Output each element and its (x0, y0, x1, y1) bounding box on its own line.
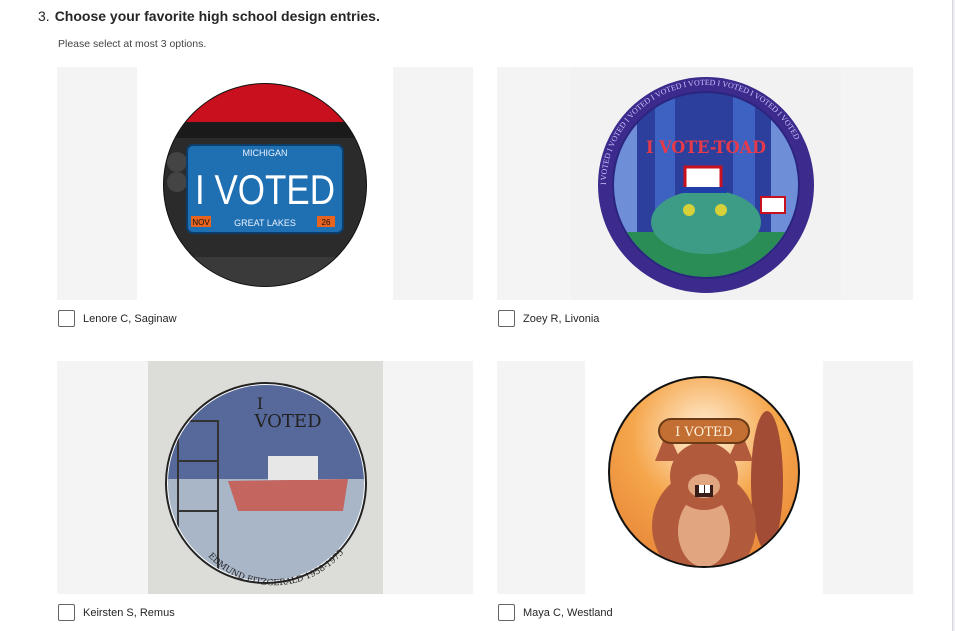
option-tile-2[interactable]: I VOTE-TOAD I VOTED I VOTED I VOTED I VO… (497, 67, 913, 300)
plate-right-tag: 26 (322, 218, 331, 227)
plate-bottom-text: GREAT LAKES (234, 218, 296, 228)
option-tile-1[interactable]: MICHIGAN I VOTED NOV GREAT LAKES 26 (57, 67, 473, 300)
question-number: 3. (38, 8, 50, 24)
option-label-1: Lenore C, Saginaw (83, 312, 177, 325)
option-image-4: I VOTED (585, 361, 823, 594)
option-tile-3[interactable]: I VOTED EDMUND FITZGERALD 1958-1975 (57, 361, 473, 594)
option-image-2: I VOTE-TOAD I VOTED I VOTED I VOTED I VO… (571, 67, 841, 300)
checkbox-zoey[interactable] (498, 310, 515, 327)
ship-headline-bottom: VOTED (253, 411, 321, 432)
plate-left-tag: NOV (192, 218, 210, 227)
checkbox-maya[interactable] (498, 604, 515, 621)
plate-main-text: I VOTED (195, 166, 335, 213)
toad-headline: I VOTE-TOAD (646, 138, 766, 158)
option-tile-4[interactable]: I VOTED (497, 361, 913, 594)
option-image-1: MICHIGAN I VOTED NOV GREAT LAKES 26 (137, 67, 393, 300)
checkbox-lenore[interactable] (58, 310, 75, 327)
question-card: 3. Choose your favorite high school desi… (0, 0, 953, 631)
plate-state-text: MICHIGAN (243, 148, 288, 158)
selection-hint: Please select at most 3 options. (58, 38, 207, 50)
checkbox-keirsten[interactable] (58, 604, 75, 621)
option-checkbox-row-3[interactable]: Keirsten S, Remus (58, 604, 175, 621)
question-text: Choose your favorite high school design … (54, 8, 380, 24)
option-image-3: I VOTED EDMUND FITZGERALD 1958-1975 (148, 361, 383, 594)
option-checkbox-row-4[interactable]: Maya C, Westland (498, 604, 613, 621)
option-label-4: Maya C, Westland (523, 606, 613, 619)
option-checkbox-row-2[interactable]: Zoey R, Livonia (498, 310, 599, 327)
question-title: 3. Choose your favorite high school desi… (38, 8, 380, 24)
option-checkbox-row-1[interactable]: Lenore C, Saginaw (58, 310, 177, 327)
option-label-2: Zoey R, Livonia (523, 312, 600, 325)
beaver-sign-text: I VOTED (675, 425, 733, 440)
option-label-3: Keirsten S, Remus (83, 606, 175, 619)
